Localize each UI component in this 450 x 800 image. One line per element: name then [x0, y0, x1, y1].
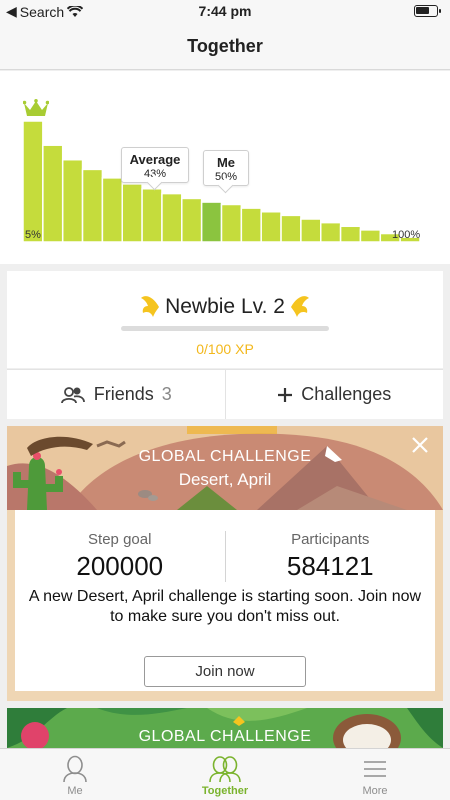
page-title: Together: [187, 36, 263, 56]
x-end-label: 100%: [392, 229, 421, 241]
challenges-label: Challenges: [301, 384, 392, 404]
plus-icon: [278, 387, 293, 402]
battery-level: [416, 7, 429, 14]
challenge-card-2[interactable]: GLOBAL CHALLENGE: [7, 708, 443, 748]
challenge-stats: Step goal 200000 Participants 584121: [15, 531, 435, 582]
step-goal-label: Step goal: [88, 531, 152, 548]
chart-bar: [141, 188, 163, 243]
xp-text: 0/100 XP: [196, 341, 254, 357]
xp-progress-bar: [121, 326, 329, 331]
chart-bar: [121, 183, 143, 243]
challenge-title: GLOBAL CHALLENGE: [138, 448, 312, 465]
participants-stat: Participants 584121: [224, 531, 436, 582]
person-icon: [63, 755, 87, 783]
menu-icon: [364, 761, 386, 777]
clock: 7:44 pm: [198, 3, 252, 19]
challenge-subtitle: Desert, April: [178, 470, 272, 489]
me-label: Me: [216, 155, 236, 170]
chart-bar: [240, 207, 262, 243]
average-value: 43%: [143, 168, 167, 180]
challenges-button[interactable]: Challenges: [224, 370, 444, 419]
chart-bar: [200, 201, 223, 243]
join-now-button[interactable]: Join now: [144, 656, 306, 687]
nav-bar: Together: [0, 22, 450, 70]
action-row: Friends 3 Challenges: [7, 369, 443, 419]
chart-bar: [320, 221, 342, 243]
level-name: Newbie Lv. 2: [165, 295, 285, 318]
friends-button[interactable]: Friends 3: [7, 370, 225, 419]
tab-bar: Me Together More: [0, 748, 450, 800]
average-label: Average: [129, 152, 181, 167]
tab-more[interactable]: More: [300, 749, 450, 800]
step-goal-value: 200000: [76, 551, 164, 581]
chart-bar: [161, 192, 183, 243]
me-value: 50%: [214, 171, 238, 183]
right-wing-icon: [290, 296, 309, 317]
chart-bar: [22, 120, 44, 243]
battery-icon: [414, 5, 441, 17]
friends-icon: [60, 386, 85, 403]
chart-bar: [359, 229, 382, 243]
challenge-description: A new Desert, April challenge is startin…: [28, 588, 422, 625]
challenge-details: Step goal 200000 Participants 584121 A n…: [15, 510, 435, 691]
chart-bar: [81, 168, 104, 243]
chart-bar: [339, 225, 362, 243]
tab-together-label: Together: [201, 785, 249, 797]
crown-icon: [23, 99, 49, 116]
tab-me-label: Me: [67, 785, 83, 797]
challenge-2-title: GLOBAL CHALLENGE: [138, 728, 312, 745]
chart-bar: [101, 177, 124, 243]
friends-count: 3: [161, 384, 172, 404]
challenge-card: GLOBAL CHALLENGE Desert, April Step goal…: [7, 426, 443, 701]
tab-together[interactable]: Together: [150, 749, 300, 800]
chart-bar: [260, 211, 282, 243]
chart-bar: [280, 214, 302, 243]
chart-bar: [220, 203, 243, 243]
ranking-chart: Average 43% Me 50% 5% 100%: [0, 71, 450, 264]
average-marker: Average 43%: [121, 147, 189, 183]
x-start-label: 5%: [25, 229, 41, 241]
me-marker: Me 50%: [203, 150, 249, 186]
left-wing-icon: [141, 296, 160, 317]
tab-me[interactable]: Me: [0, 749, 150, 800]
together-icon: [209, 756, 241, 783]
step-goal-stat: Step goal 200000: [15, 531, 225, 582]
close-icon[interactable]: [411, 436, 429, 454]
chart-bar: [181, 197, 203, 243]
friends-label: Friends: [93, 384, 154, 404]
participants-value: 584121: [286, 551, 374, 581]
chart-bar: [300, 218, 322, 243]
level-row: Newbie Lv. 2: [7, 294, 443, 320]
chart-bar: [61, 158, 84, 243]
status-bar: ◀ Search 7:44 pm: [0, 0, 450, 22]
chart-bar: [42, 144, 64, 243]
level-card[interactable]: Newbie Lv. 2 0/100 XP: [7, 271, 443, 368]
participants-label: Participants: [291, 531, 370, 548]
tab-more-label: More: [362, 785, 388, 797]
